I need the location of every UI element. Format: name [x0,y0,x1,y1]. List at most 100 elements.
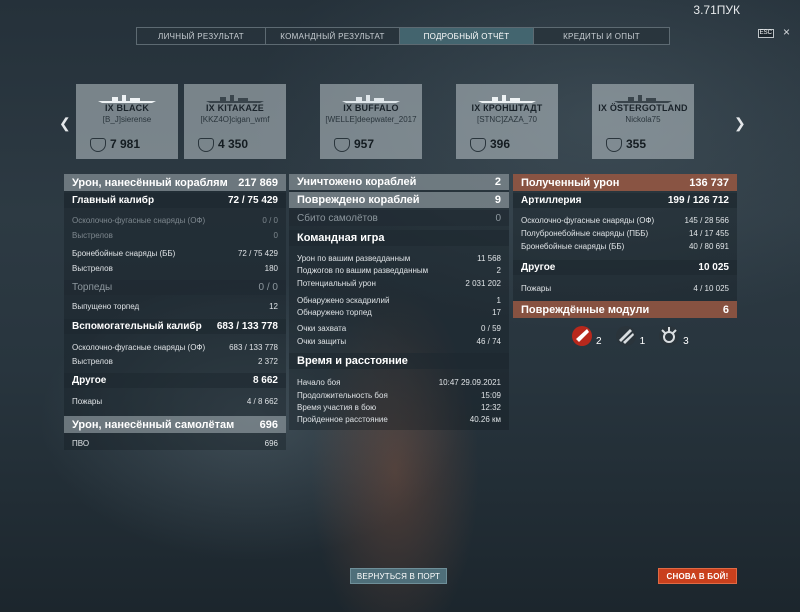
row-value: 683 / 133 778 [216,321,278,332]
tab-credits-xp[interactable]: КРЕДИТЫ И ОПЫТ [534,27,670,45]
row-value: 145 / 28 566 [684,215,729,225]
row-value: 9 [494,194,501,206]
module-count: 2 [596,336,602,347]
row-label: Уничтожено кораблей [297,176,417,188]
team-row: Потенциальный урон 2 031 202 [289,277,509,289]
result-tabs: ЛИЧНЫЙ РЕЗУЛЬТАТ КОМАНДНЫЙ РЕЗУЛЬТАТ ПОД… [136,27,670,45]
arrow-right-icon[interactable]: ❯ [734,115,746,132]
badge-icon [90,138,106,152]
team-row: Обнаружено торпед 17 [289,306,509,318]
engine-damage-icon [572,326,592,346]
ship-name: IX KITAKAZE [205,103,265,113]
module-item: 1 [614,325,646,347]
row-label: Выстрелов [72,356,113,366]
row-label: Выстрелов [72,263,113,273]
row-label: Торпеды [72,282,113,293]
module-count: 3 [683,336,689,347]
secondary-he-row: Осколочно-фугасные снаряды (ОФ) 683 / 133… [64,341,286,353]
row-value: 4 / 10 025 [693,283,729,293]
tab-personal[interactable]: ЛИЧНЫЙ РЕЗУЛЬТАТ [136,27,266,45]
arrow-left-icon[interactable]: ❮ [59,115,71,132]
row-value: 2 [494,176,501,188]
ship-silhouette-icon [206,95,264,103]
module-count: 1 [639,336,646,347]
team-row: Очки защиты 46 / 74 [289,335,509,347]
row-value: 136 737 [689,176,729,189]
main-caliber-row: Главный калибр 72 / 75 429 [64,193,286,208]
ship-card[interactable]: IX KITAKAZE [KKZ4O]cigan_wmf 4 350 [184,84,286,159]
row-label: Полученный урон [521,176,620,189]
row-label: Осколочно-фугасные снаряды (ОФ) [521,215,655,225]
row-label: Пожары [72,396,103,406]
return-to-port-button[interactable]: ВЕРНУТЬСЯ В ПОРТ [350,568,447,584]
time-row: Начало боя 10:47 29.09.2021 [289,376,509,388]
row-label: Время участия в бою [297,402,377,412]
row-value: 0 / 59 [480,323,501,333]
ship-name: IX BLACK [104,103,150,113]
row-label: Вспомогательный калибр [72,321,202,332]
ship-card[interactable]: IX BUFFALO [WELLE]deepwater_2017 957 [320,84,422,159]
aa-row: ПВО 696 [64,437,286,449]
row-label: Выпущено торпед [72,301,140,311]
ship-score: 4 350 [218,137,249,151]
time-row: Время участия в бою 12:32 [289,401,509,413]
row-label: Обнаружено эскадрилий [297,295,390,305]
row-label: Бронебойные снаряды (ББ) [72,248,176,258]
row-value: 17 [492,307,501,317]
team-row: Поджогов по вашим разведданным 2 [289,264,509,276]
team-row: Очки захвата 0 / 59 [289,322,509,334]
row-value: 72 / 75 429 [227,195,278,206]
player-name: [KKZ4O]cigan_wmf [200,115,270,124]
ship-card[interactable]: IX КРОНШТАДТ [STNC]ZAZA_70 396 [456,84,558,159]
row-value: 0 / 0 [258,282,278,293]
team-row: Обнаружено эскадрилий 1 [289,294,509,306]
badge-icon [198,138,214,152]
row-label: Другое [521,262,556,273]
tab-team[interactable]: КОМАНДНЫЙ РЕЗУЛЬТАТ [266,27,400,45]
row-value: 12:32 [480,402,501,412]
row-value: 2 372 [257,356,278,366]
row-label: Начало боя [297,377,341,387]
row-label: Потенциальный урон [297,278,376,288]
ap-shells-row: Бронебойные снаряды (ББ) 72 / 75 429 [64,247,286,259]
row-value: 40.26 км [469,414,501,424]
he-shells-row: Осколочно-фугасные снаряды (ОФ) 0 / 0 [64,214,286,226]
module-item: 2 [570,325,602,347]
row-label: Выстрелов [72,230,113,240]
row-value: 0 [495,212,501,224]
row-value: 10 025 [698,262,729,273]
time-distance-header: Время и расстояние [289,353,509,369]
ship-score: 355 [626,137,647,151]
row-value: 8 662 [252,375,278,386]
damaged-modules-row: Повреждённые модули 6 [513,301,737,318]
ship-name: IX ÖSTERGOTLAND [598,103,688,113]
row-label: Пройденное расстояние [297,414,388,424]
row-label: Очки защиты [297,336,347,346]
ship-silhouette-icon [614,95,672,103]
row-label: ПВО [72,438,90,448]
row-label: Главный калибр [72,195,155,206]
row-value: 180 [264,263,278,273]
row-value: 10:47 29.09.2021 [438,377,501,387]
badge-icon [606,138,622,152]
row-label: Урон, нанесённый кораблям [72,176,228,189]
time-row: Пройденное расстояние 40.26 км [289,413,509,425]
row-value: 15:09 [480,390,501,400]
tab-detailed[interactable]: ПОДРОБНЫЙ ОТЧЁТ [400,27,534,45]
esc-key-hint[interactable]: ESC [757,29,774,38]
team-play-header: Командная игра [289,230,509,246]
secondary-shots-row: Выстрелов 2 372 [64,355,286,367]
player-name: [WELLE]deepwater_2017 [325,115,417,124]
row-label: Осколочно-фугасные снаряды (ОФ) [72,342,206,352]
row-label: Урон по вашим разведданным [297,253,411,263]
player-name: [STNC]ZAZA_70 [476,115,537,124]
row-value: 1 [496,295,501,305]
torpedo-tube-icon [615,326,636,346]
ship-card[interactable]: IX BLACK [B_J]sierense 7 981 [76,84,178,159]
ship-card[interactable]: IX ÖSTERGOTLAND Nickola75 355 [592,84,694,159]
battle-again-button[interactable]: СНОВА В БОЙ! [658,568,737,584]
row-label: Повреждено кораблей [297,194,420,206]
row-value: 696 [259,418,278,431]
row-value: 683 / 133 778 [229,342,278,352]
close-icon[interactable]: × [783,25,790,39]
